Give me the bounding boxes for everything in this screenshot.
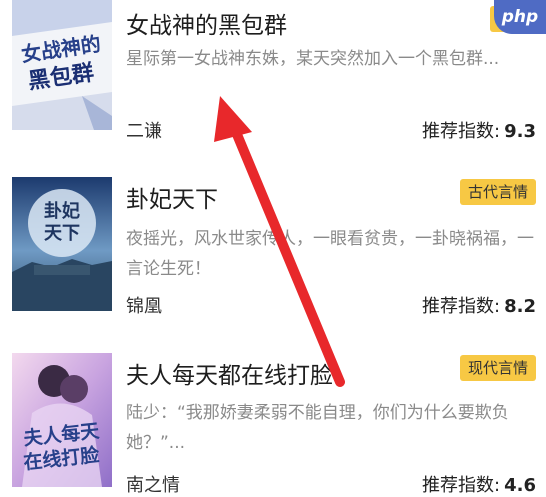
book-author: 锦凰 — [126, 296, 162, 317]
book-cover[interactable]: 卦妃 天下 — [12, 177, 112, 311]
book-description: 星际第一女战神东姝，某天突然加入一个黑包群... — [126, 49, 500, 69]
genre-tag: 古代言情 — [459, 179, 536, 205]
book-title[interactable]: 夫人每天都在线打脸 — [126, 356, 333, 390]
rating: 推荐指数: 9.3 — [422, 117, 536, 143]
book-title[interactable]: 卦妃天下 — [126, 180, 218, 214]
rating-label: 推荐指数: — [422, 121, 501, 142]
svg-text:天下: 天下 — [44, 223, 80, 244]
rating: 推荐指数: 8.2 — [422, 292, 536, 318]
book-item[interactable]: 卦妃 天下 卦妃天下 古代言情 夜摇光，风水世家传人，一眼看贫贵，一卦晓祸福，一… — [0, 160, 546, 330]
rating-value: 4.6 — [504, 475, 536, 496]
book-cover[interactable]: 夫人每天 在线打脸 — [12, 353, 112, 487]
rating-label: 推荐指数: — [422, 296, 501, 317]
genre-tag: 现代言情 — [459, 355, 536, 381]
book-title[interactable]: 女战神的黑包群 — [126, 6, 287, 40]
svg-text:卦妃: 卦妃 — [44, 200, 80, 222]
rating: 推荐指数: 4.6 — [422, 471, 536, 497]
book-author: 南之情 — [126, 475, 180, 496]
rating-value: 9.3 — [504, 121, 536, 142]
book-item[interactable]: 夫人每天 在线打脸 夫人每天都在线打脸 现代言情 陆少：“我那娇妻柔弱不能自理，… — [0, 330, 546, 497]
book-description: 陆少：“我那娇妻柔弱不能自理，你们为什么要欺负她？”... — [126, 403, 509, 453]
book-description: 夜摇光，风水世家传人，一眼看贫贵，一卦晓祸福，一言论生死！ — [126, 229, 534, 279]
book-item[interactable]: 女战神的 黑包群 女战神的黑包群 科幻 星际第一女战神东姝，某天突然加入一个黑包… — [0, 0, 546, 160]
rating-label: 推荐指数: — [422, 475, 501, 496]
book-cover[interactable]: 女战神的 黑包群 — [12, 0, 112, 130]
rating-value: 8.2 — [504, 296, 536, 317]
book-author: 二谦 — [126, 121, 162, 142]
php-watermark: php — [494, 0, 546, 34]
